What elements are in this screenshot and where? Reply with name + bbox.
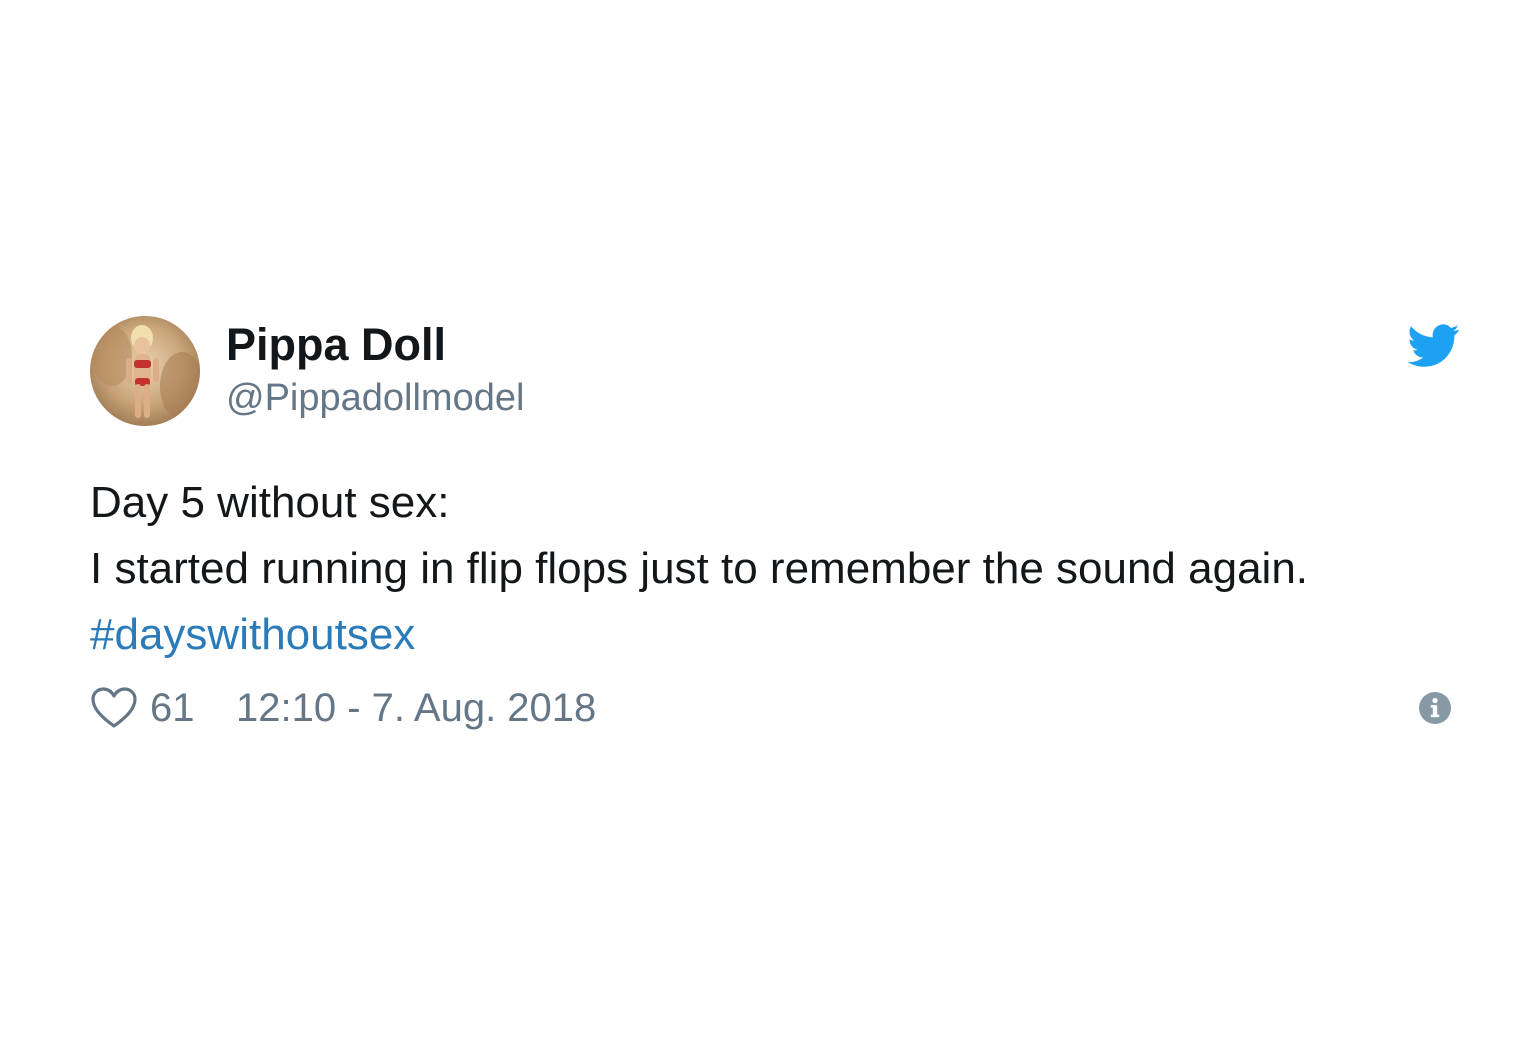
info-icon[interactable]: [1418, 691, 1452, 725]
like-button[interactable]: 61: [90, 680, 195, 736]
hashtag-link[interactable]: #dayswithoutsex: [90, 602, 1462, 668]
tweet-card: Pippa Doll @Pippadollmodel Day 5 without…: [90, 316, 1462, 736]
twitter-bird-icon[interactable]: [1408, 324, 1460, 368]
tweet-timestamp[interactable]: 12:10 - 7. Aug. 2018: [236, 680, 596, 736]
page: Pippa Doll @Pippadollmodel Day 5 without…: [0, 0, 1536, 1063]
avatar[interactable]: [90, 316, 200, 426]
avatar-photo-image: [90, 316, 200, 426]
tweet-text: Day 5 without sex: I started running in …: [90, 470, 1462, 668]
author-display-name[interactable]: Pippa Doll: [226, 318, 524, 372]
tweet-text-line-2: I started running in flip flops just to …: [90, 544, 1309, 593]
author-handle[interactable]: @Pippadollmodel: [226, 374, 524, 422]
like-count: 61: [150, 686, 195, 730]
tweet-text-line-1: Day 5 without sex:: [90, 478, 450, 527]
author-names: Pippa Doll @Pippadollmodel: [226, 318, 524, 422]
tweet-footer: 61 12:10 - 7. Aug. 2018: [90, 680, 1462, 736]
tweet-header: Pippa Doll @Pippadollmodel: [90, 316, 1462, 426]
heart-icon: [91, 687, 137, 728]
